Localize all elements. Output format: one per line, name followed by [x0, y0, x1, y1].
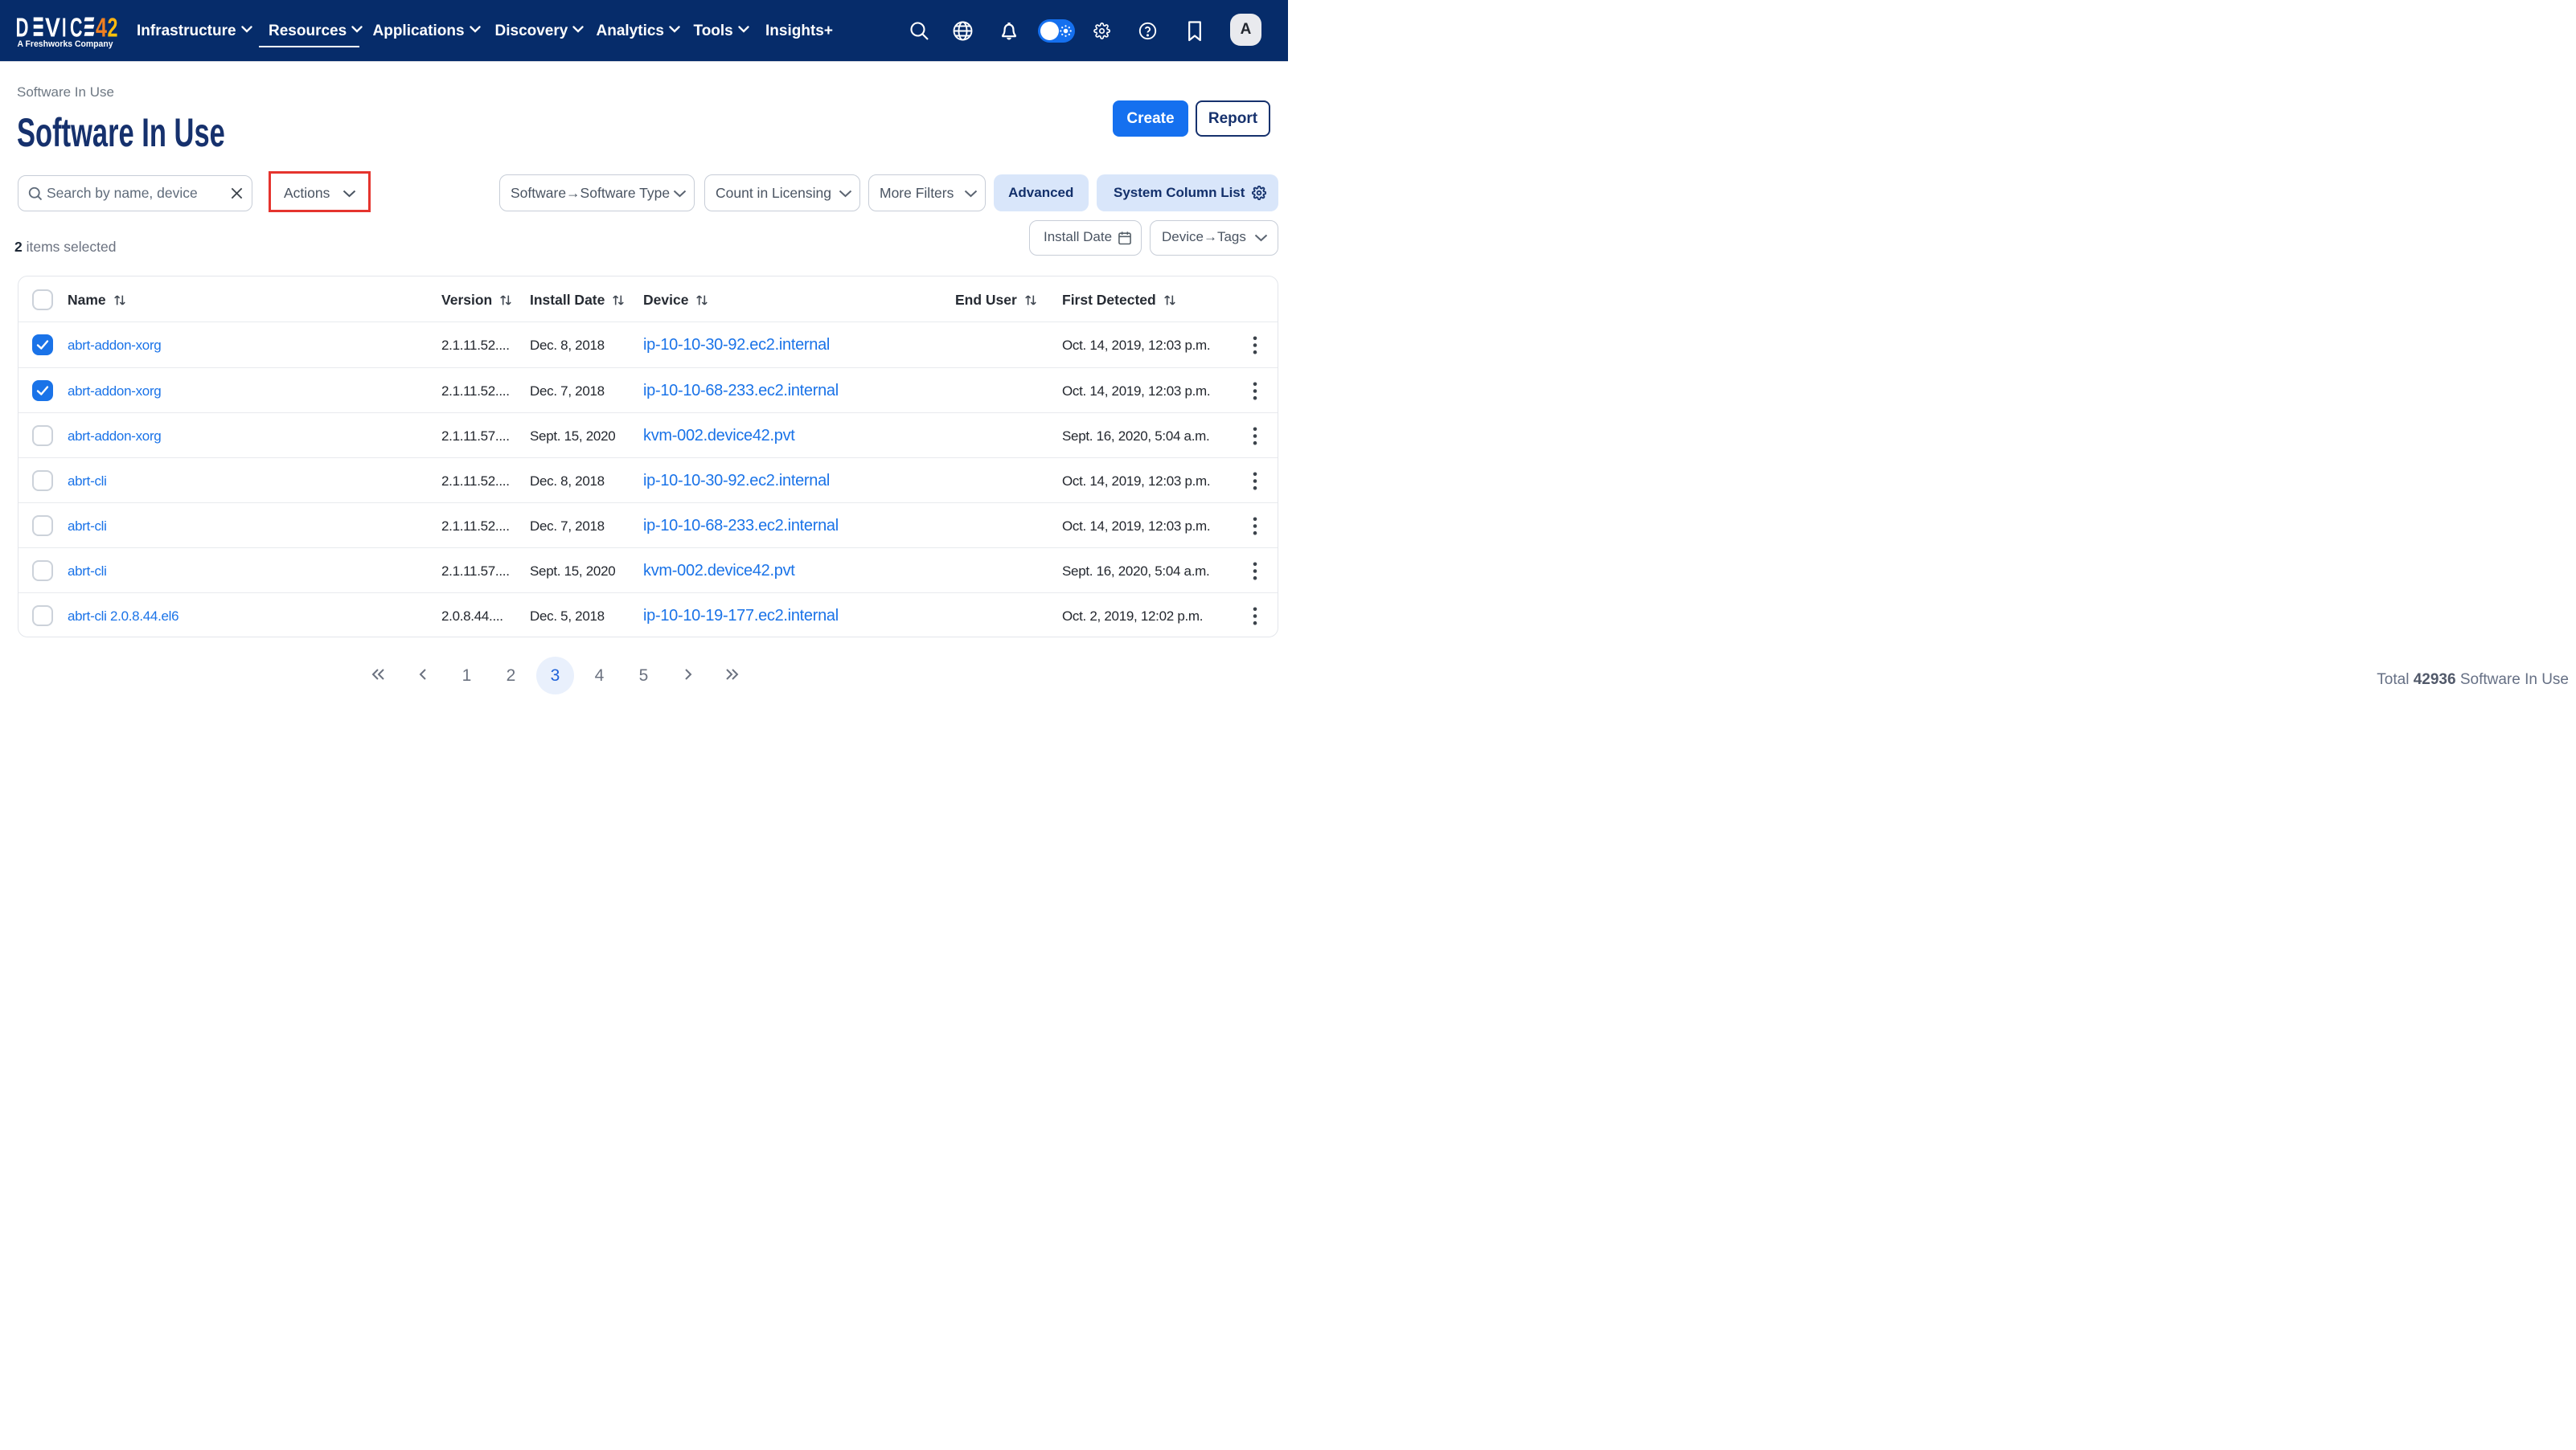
svg-text:A Freshworks Company: A Freshworks Company	[18, 39, 114, 49]
